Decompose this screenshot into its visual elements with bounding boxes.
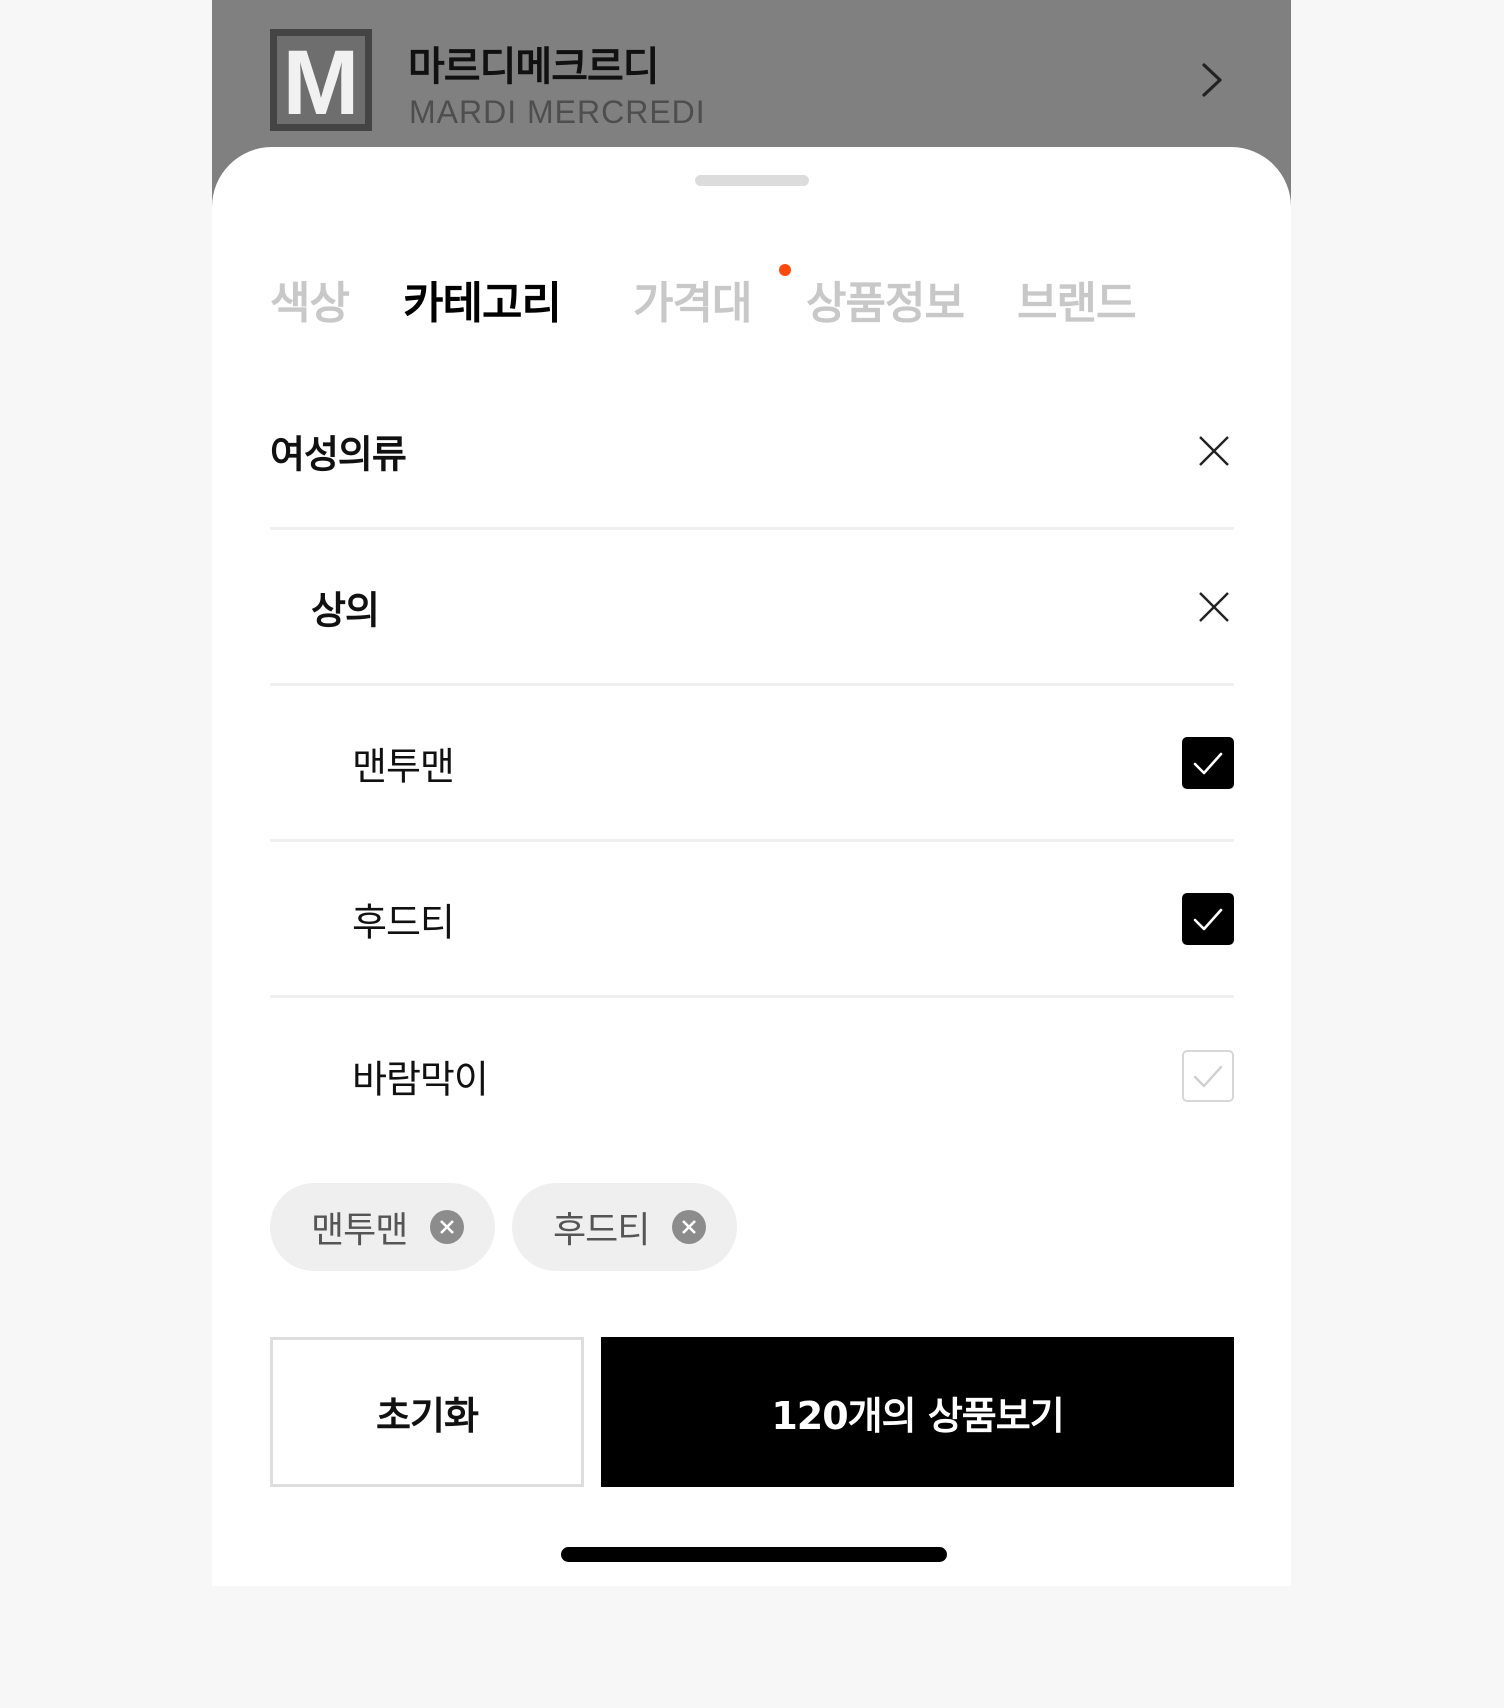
store-name: 마르디메크르디 [408,44,660,90]
option-checkbox-unchecked[interactable] [1182,1050,1234,1102]
view-products-button[interactable]: 120개의 상품보기 [601,1337,1234,1487]
sheet-grabber-handle[interactable] [695,175,809,186]
option-row[interactable]: 바람막이 [270,998,1234,1154]
tab-product-info[interactable]: 상품정보 [806,267,965,331]
category-level2-row[interactable]: 상의 [270,530,1234,686]
tab-price-range[interactable]: 가격대 [633,267,752,331]
phone-screen: M 마르디메크르디 MARDI MERCREDI 색상 카테고리 가격대 상품정… [212,0,1291,1586]
tab-brand[interactable]: 브랜드 [1017,267,1136,331]
category-level2-label: 상의 [311,588,380,632]
store-logo: M [270,29,372,131]
filter-bottom-sheet: 색상 카테고리 가격대 상품정보 브랜드 여성의류 상의 맨투맨 후드티 바람막… [212,147,1291,1586]
chip-label: 맨투맨 [311,1210,408,1251]
option-row[interactable]: 맨투맨 [270,686,1234,842]
tab-color[interactable]: 색상 [270,267,350,331]
close-icon[interactable] [1198,435,1230,467]
selected-chip[interactable]: 맨투맨 [270,1183,495,1271]
home-indicator [561,1547,947,1562]
option-checkbox-checked[interactable] [1182,736,1234,789]
store-subtitle: MARDI MERCREDI [409,94,706,130]
tab-category[interactable]: 카테고리 [403,267,562,331]
option-label: 후드티 [352,900,455,944]
option-label: 맨투맨 [352,744,455,788]
checkmark-icon [1193,1065,1223,1088]
store-header[interactable]: M 마르디메크르디 MARDI MERCREDI [212,0,1291,150]
tab-active-indicator-dot [779,264,791,276]
option-label: 바람막이 [352,1057,489,1102]
remove-chip-icon[interactable] [430,1210,464,1244]
close-icon[interactable] [1198,591,1230,623]
chevron-right-icon[interactable] [1200,62,1224,98]
store-logo-letter: M [282,32,360,134]
selected-chip[interactable]: 후드티 [512,1183,737,1271]
option-checkbox-checked[interactable] [1182,892,1234,945]
reset-button[interactable]: 초기화 [270,1337,584,1487]
category-level1-label: 여성의류 [270,432,407,476]
category-level1-row[interactable]: 여성의류 [270,374,1234,530]
checkmark-icon [1193,908,1223,930]
checkmark-icon [1193,752,1223,774]
remove-chip-icon[interactable] [672,1210,706,1244]
option-row[interactable]: 후드티 [270,842,1234,998]
chip-label: 후드티 [553,1210,650,1251]
